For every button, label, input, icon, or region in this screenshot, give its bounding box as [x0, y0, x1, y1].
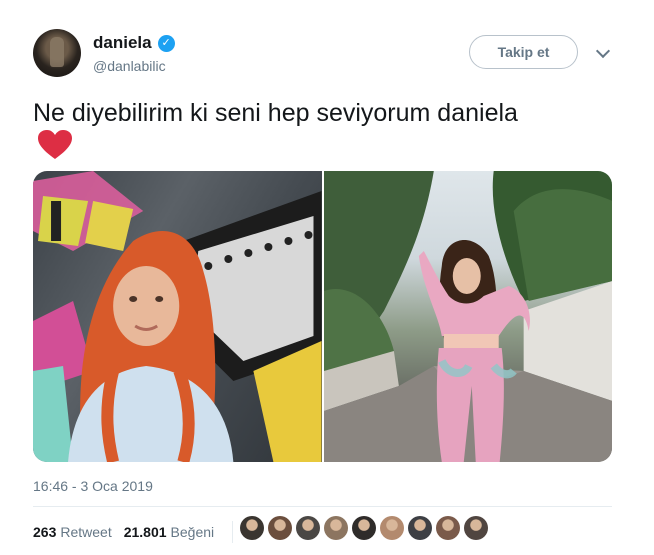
photo-right-illustration — [323, 171, 612, 462]
photo-left[interactable] — [33, 171, 322, 462]
liker-avatars — [240, 516, 488, 540]
avatar[interactable] — [33, 29, 81, 77]
tweet-media[interactable] — [33, 171, 612, 462]
chevron-down-icon[interactable] — [595, 43, 611, 59]
liker-avatar[interactable] — [296, 516, 320, 540]
liker-avatar[interactable] — [240, 516, 264, 540]
user-handle[interactable]: @danlabilic — [93, 58, 166, 74]
red-heart-emoji-icon — [38, 130, 72, 159]
display-name[interactable]: daniela — [93, 33, 152, 53]
liker-avatar[interactable] — [436, 516, 460, 540]
like-label[interactable]: Beğeni — [171, 524, 215, 540]
liker-avatar[interactable] — [380, 516, 404, 540]
engagement-stats: 263 Retweet 21.801 Beğeni — [33, 521, 243, 543]
retweet-label[interactable]: Retweet — [60, 524, 111, 540]
liker-avatar[interactable] — [464, 516, 488, 540]
liker-avatar[interactable] — [324, 516, 348, 540]
divider — [33, 506, 612, 507]
liker-avatar[interactable] — [352, 516, 376, 540]
avatar-figure — [50, 37, 64, 67]
stats-separator — [232, 521, 234, 543]
liker-avatar[interactable] — [268, 516, 292, 540]
like-count[interactable]: 21.801 — [124, 524, 167, 540]
verified-badge-icon: ✓ — [157, 34, 175, 52]
user-name-row: daniela ✓ — [93, 33, 175, 53]
follow-button[interactable]: Takip et — [469, 35, 578, 69]
photo-right[interactable] — [323, 171, 612, 462]
liker-avatar[interactable] — [408, 516, 432, 540]
tweet-card: daniela ✓ @danlabilic Takip et Ne diyebi… — [0, 0, 654, 555]
retweet-count[interactable]: 263 — [33, 524, 56, 540]
photo-left-illustration — [33, 171, 322, 462]
tweet-timestamp[interactable]: 16:46 - 3 Oca 2019 — [33, 478, 153, 494]
tweet-text: Ne diyebilirim ki seni hep seviyorum dan… — [33, 99, 518, 127]
